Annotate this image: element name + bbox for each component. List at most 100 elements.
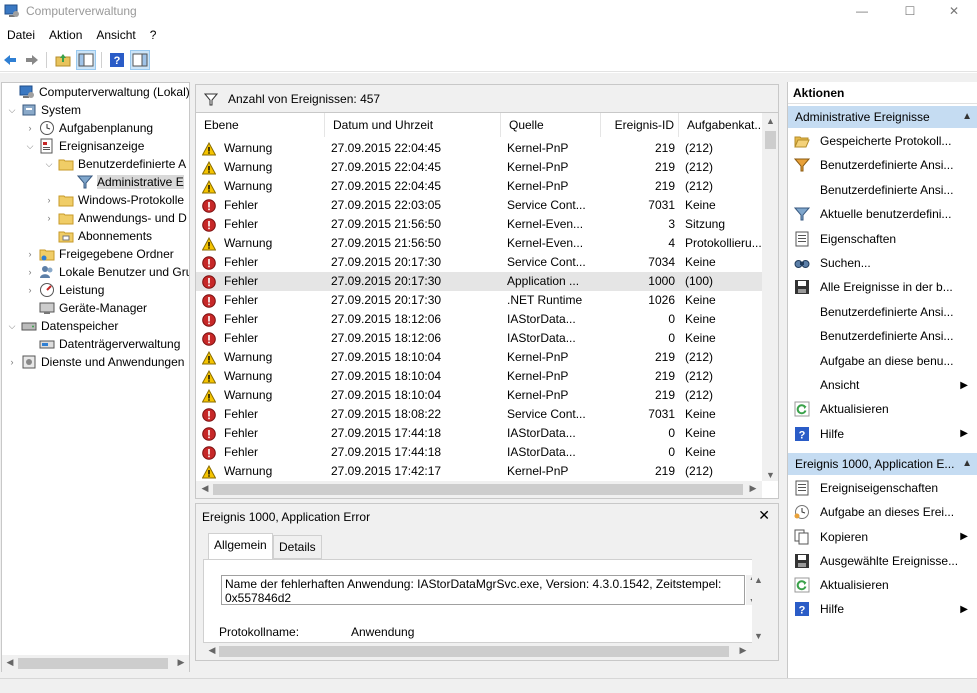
action-item[interactable]: Benutzerdefinierte Ansi... <box>788 301 977 323</box>
collapse-icon[interactable]: ▲ <box>962 106 972 128</box>
table-row[interactable]: Warnung 27.09.2015 18:10:04 Kernel-PnP 219 (… <box>196 386 762 405</box>
scroll-up-arrow-icon[interactable]: ▲ <box>752 575 765 585</box>
scrollbar-thumb[interactable] <box>219 646 729 657</box>
action-item[interactable]: Ansicht ▶ <box>788 374 977 396</box>
menu-help[interactable]: ? <box>143 26 164 46</box>
table-row[interactable]: Fehler 27.09.2015 17:44:18 IAStorData... 0 K… <box>196 443 762 462</box>
tree-item-leistung[interactable]: › Leistung <box>24 281 104 299</box>
forward-button[interactable] <box>22 50 42 70</box>
collapsed-chevron-icon[interactable]: › <box>43 195 55 205</box>
close-icon[interactable]: ✕ <box>758 507 770 524</box>
table-row[interactable]: Warnung 27.09.2015 18:10:04 Kernel-PnP 219 (… <box>196 348 762 367</box>
action-item[interactable]: Ereigniseigenschaften <box>788 477 977 499</box>
tree-item-geraete-manager[interactable]: Geräte-Manager <box>24 299 147 317</box>
action-item[interactable]: Alle Ereignisse in der b... <box>788 276 977 298</box>
table-row[interactable]: Warnung 27.09.2015 17:42:17 Kernel-PnP 219 (… <box>196 462 762 481</box>
action-item[interactable]: ? Hilfe ▶ <box>788 423 977 445</box>
actions-section-header[interactable]: Administrative Ereignisse ▲ <box>788 106 977 128</box>
table-row[interactable]: Fehler 27.09.2015 20:17:30 .NET Runtime 102… <box>196 291 762 310</box>
detail-vertical-scrollbar[interactable]: ▲ ▼ <box>752 559 766 643</box>
action-item[interactable]: Aufgabe an diese benu... <box>788 350 977 372</box>
scrollbar-thumb[interactable] <box>765 131 776 149</box>
tree-item-computerverwaltung[interactable]: Computerverwaltung (Lokal) <box>4 83 189 101</box>
table-row[interactable]: Warnung 27.09.2015 21:56:50 Kernel-Even...… <box>196 234 762 253</box>
action-item[interactable]: Benutzerdefinierte Ansi... <box>788 325 977 347</box>
collapsed-chevron-icon[interactable]: › <box>43 213 55 223</box>
scroll-left-arrow-icon[interactable]: ◀ <box>4 657 16 668</box>
tree-item-datentraegerverwaltung[interactable]: Datenträgerverwaltung <box>24 335 180 353</box>
scroll-right-arrow-icon[interactable]: ▶ <box>737 645 749 656</box>
tree-item-administrative-ereignisse[interactable]: Administrative E <box>62 173 184 191</box>
maximize-button[interactable]: ☐ <box>887 0 933 22</box>
collapsed-chevron-icon[interactable]: › <box>6 357 18 367</box>
action-item[interactable]: Aufgabe an dieses Erei... <box>788 501 977 523</box>
menu-ansicht[interactable]: Ansicht <box>89 26 142 46</box>
scroll-right-arrow-icon[interactable]: ▶ <box>175 657 187 668</box>
scroll-up-arrow-icon[interactable]: ▲ <box>764 116 777 126</box>
tree-item-aufgabenplanung[interactable]: › Aufgabenplanung <box>24 119 153 137</box>
scroll-left-arrow-icon[interactable]: ◀ <box>206 645 218 656</box>
scroll-down-arrow-icon[interactable]: ▼ <box>764 470 777 480</box>
column-header-quelle[interactable]: Quelle <box>501 113 601 137</box>
scroll-right-arrow-icon[interactable]: ▶ <box>747 483 759 494</box>
expanded-chevron-icon[interactable]: ⌵ <box>43 159 55 170</box>
event-list-horizontal-scrollbar[interactable]: ◀ ▶ <box>196 481 762 498</box>
table-row[interactable]: Warnung 27.09.2015 22:04:45 Kernel-PnP 219 (… <box>196 139 762 158</box>
column-header-ebene[interactable]: Ebene <box>196 113 325 137</box>
table-row[interactable]: Warnung 27.09.2015 22:04:45 Kernel-PnP 219 (… <box>196 177 762 196</box>
action-item[interactable]: Gespeicherte Protokoll... <box>788 130 977 152</box>
tree-item-dienste-und-anwendungen[interactable]: › Dienste und Anwendungen <box>6 353 185 371</box>
scrollbar-thumb[interactable] <box>18 658 168 669</box>
tree-horizontal-scrollbar[interactable]: ◀ ▶ <box>2 655 189 672</box>
scroll-left-arrow-icon[interactable]: ◀ <box>199 483 211 494</box>
action-item[interactable]: Benutzerdefinierte Ansi... <box>788 154 977 176</box>
tree-item-windows-protokolle[interactable]: › Windows-Protokolle <box>43 191 185 209</box>
column-header-datum[interactable]: Datum und Uhrzeit <box>325 113 501 137</box>
collapsed-chevron-icon[interactable]: › <box>24 123 36 133</box>
action-item[interactable]: Aktualisieren <box>788 398 977 420</box>
table-row[interactable]: Fehler 27.09.2015 21:56:50 Kernel-Even... 3… <box>196 215 762 234</box>
tree-item-abonnements[interactable]: Abonnements <box>43 227 152 245</box>
event-list-vertical-scrollbar[interactable]: ▲ ▼ <box>762 113 778 481</box>
table-row[interactable]: Fehler 27.09.2015 18:12:06 IAStorData... 0 K… <box>196 329 762 348</box>
expanded-chevron-icon[interactable]: ⌵ <box>6 105 18 116</box>
show-hide-action-pane-button[interactable] <box>130 50 150 70</box>
tree-item-ereignisanzeige[interactable]: ⌵ Ereignisanzeige <box>24 137 144 155</box>
table-row[interactable]: Fehler 27.09.2015 18:12:06 IAStorData... 0 K… <box>196 310 762 329</box>
column-header-aufgabenkategorie[interactable]: Aufgabenkat... <box>679 113 762 137</box>
table-row[interactable]: Fehler 27.09.2015 22:03:05 Service Cont...… <box>196 196 762 215</box>
action-item[interactable]: Ausgewählte Ereignisse... <box>788 550 977 572</box>
action-item[interactable]: Eigenschaften <box>788 228 977 250</box>
close-button[interactable]: ✕ <box>931 0 977 22</box>
collapsed-chevron-icon[interactable]: › <box>24 249 36 259</box>
back-button[interactable] <box>0 50 20 70</box>
minimize-button[interactable]: — <box>839 0 885 22</box>
action-item[interactable]: Aktuelle benutzerdefini... <box>788 203 977 225</box>
action-item[interactable]: Benutzerdefinierte Ansi... <box>788 179 977 201</box>
column-header-ereignis-id[interactable]: Ereignis-ID <box>601 113 679 137</box>
actions-section-header[interactable]: Ereignis 1000, Application E... ▲ <box>788 453 977 476</box>
scrollbar-thumb[interactable] <box>213 484 743 495</box>
table-row[interactable]: Warnung 27.09.2015 18:10:04 Kernel-PnP 219 (… <box>196 367 762 386</box>
table-row[interactable]: Fehler 27.09.2015 18:08:22 Service Cont...… <box>196 405 762 424</box>
action-item[interactable]: Aktualisieren <box>788 574 977 596</box>
tree-item-system[interactable]: ⌵ System <box>6 101 81 119</box>
tree-item-lokale-benutzer-und-gruppen[interactable]: › Lokale Benutzer und Gru <box>24 263 190 281</box>
expanded-chevron-icon[interactable]: ⌵ <box>6 321 18 332</box>
table-row[interactable]: Fehler 27.09.2015 20:17:30 Service Cont...… <box>196 253 762 272</box>
table-row[interactable]: Fehler 27.09.2015 20:17:30 Application ...… <box>196 272 762 291</box>
tree-item-anwendungs-und-dienstprotokolle[interactable]: › Anwendungs- und D <box>43 209 187 227</box>
action-item[interactable]: Suchen... <box>788 252 977 274</box>
detail-horizontal-scrollbar[interactable]: ◀ ▶ <box>203 643 752 660</box>
menu-datei[interactable]: Datei <box>0 26 42 46</box>
table-row[interactable]: Warnung 27.09.2015 22:04:45 Kernel-PnP 219 (… <box>196 158 762 177</box>
tree-item-datenspeicher[interactable]: ⌵ Datenspeicher <box>6 317 119 335</box>
show-hide-tree-button[interactable] <box>76 50 96 70</box>
collapsed-chevron-icon[interactable]: › <box>24 285 36 295</box>
table-row[interactable]: Fehler 27.09.2015 17:44:18 IAStorData... 0 K… <box>196 424 762 443</box>
action-item[interactable]: Kopieren ▶ <box>788 526 977 548</box>
tree-item-benutzerdefinierte-ansichten[interactable]: ⌵ Benutzerdefinierte A <box>43 155 187 173</box>
tab-allgemein[interactable]: Allgemein <box>208 533 273 560</box>
tree-item-freigegebene-ordner[interactable]: › Freigegebene Ordner <box>24 245 174 263</box>
menu-aktion[interactable]: Aktion <box>42 26 89 46</box>
